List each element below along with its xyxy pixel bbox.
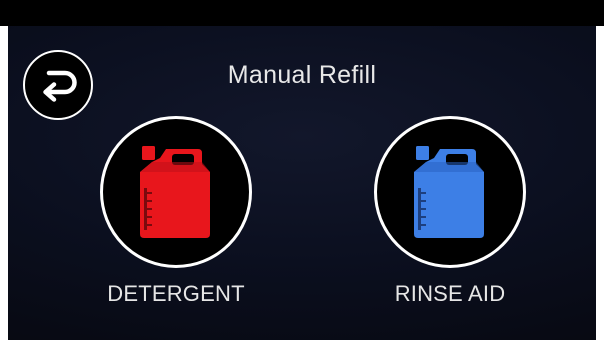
rinse-aid-label: RINSE AID	[394, 281, 506, 306]
rinse-aid-icon-circle[interactable]	[374, 116, 526, 268]
page-title: Manual Refill	[227, 61, 377, 89]
refill-screen: Manual Refill DETERGENT RINSE AID	[8, 26, 596, 340]
display-frame: Manual Refill DETERGENT RINSE AID	[0, 0, 604, 345]
rinse-aid-button[interactable]: RINSE AID	[370, 116, 530, 307]
detergent-icon-circle[interactable]	[100, 116, 252, 268]
detergent-label: DETERGENT	[107, 281, 245, 306]
top-bezel	[0, 0, 604, 26]
detergent-button[interactable]: DETERGENT	[96, 116, 256, 307]
rinse-aid-jerrycan-icon	[414, 146, 484, 238]
detergent-jerrycan-icon	[140, 146, 210, 238]
